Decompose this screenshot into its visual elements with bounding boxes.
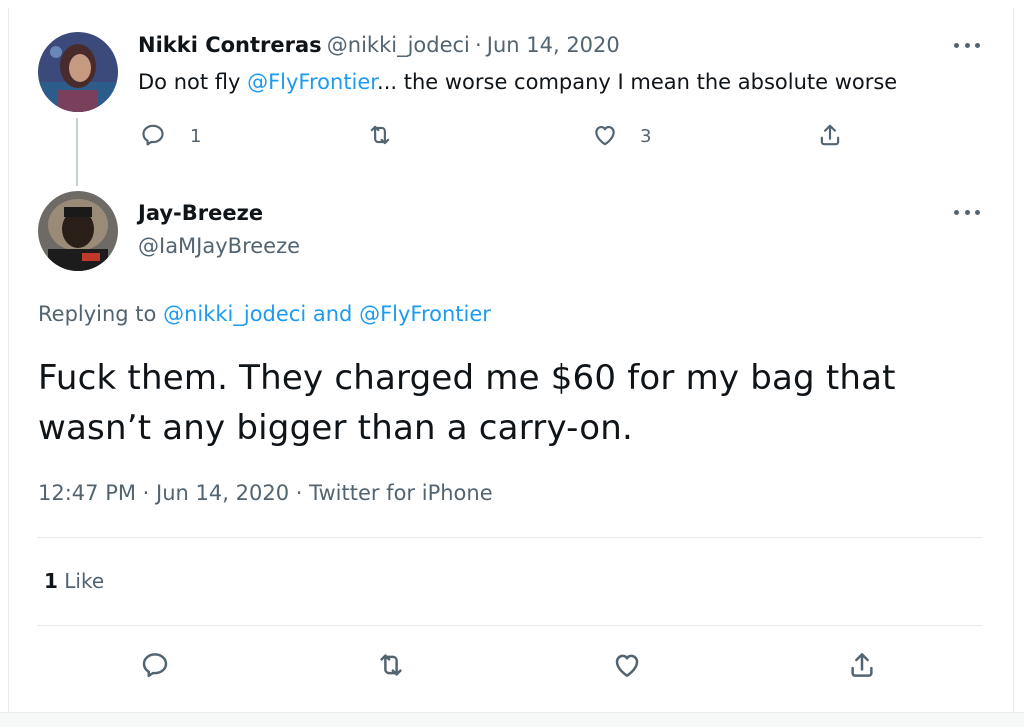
reply-icon[interactable] bbox=[140, 650, 170, 680]
separator: · bbox=[295, 481, 303, 505]
tweet-text: Fuck them. They charged me $60 for my ba… bbox=[38, 353, 896, 453]
avatar-image bbox=[38, 32, 118, 112]
tweet-time[interactable]: 12:47 PM bbox=[38, 481, 136, 505]
reply-icon[interactable] bbox=[140, 122, 166, 148]
display-name[interactable]: Jay-Breeze bbox=[138, 201, 263, 225]
display-name[interactable]: Nikki Contreras bbox=[138, 33, 322, 57]
more-icon[interactable] bbox=[954, 40, 980, 50]
replying-user-link[interactable]: @nikki_jodeci bbox=[163, 302, 306, 326]
share-icon[interactable] bbox=[817, 122, 843, 148]
separator: · bbox=[142, 481, 150, 505]
likes-total: 1 bbox=[44, 569, 58, 593]
likes-summary[interactable]: 1 Like bbox=[44, 569, 104, 593]
handle[interactable]: @nikki_jodeci bbox=[327, 33, 470, 57]
tweet-text-line: wasn’t any bigger than a carry-on. bbox=[38, 408, 634, 448]
handle[interactable]: @IaMJayBreeze bbox=[138, 234, 300, 258]
text-before: Do not fly bbox=[138, 70, 248, 94]
tweet-date[interactable]: Jun 14, 2020 bbox=[487, 33, 620, 57]
text-after: ... the worse company I mean the absolut… bbox=[377, 70, 898, 94]
divider bbox=[37, 625, 982, 626]
share-icon[interactable] bbox=[847, 650, 877, 680]
tweet-source[interactable]: Twitter for iPhone bbox=[309, 481, 493, 505]
parent-tweet-text: Do not fly @FlyFrontier... the worse com… bbox=[138, 70, 897, 94]
thread-connector bbox=[76, 118, 78, 186]
more-icon[interactable] bbox=[954, 207, 980, 217]
avatar-image bbox=[38, 191, 118, 271]
heart-icon[interactable] bbox=[592, 122, 618, 148]
like-count: 3 bbox=[640, 126, 652, 147]
separator: · bbox=[474, 33, 482, 57]
retweet-icon[interactable] bbox=[367, 122, 393, 148]
page-bottom-edge bbox=[0, 712, 1024, 727]
retweet-icon[interactable] bbox=[376, 650, 406, 680]
replying-to: Replying to @nikki_jodeci and @FlyFronti… bbox=[38, 302, 491, 326]
tweet-date[interactable]: Jun 14, 2020 bbox=[156, 481, 289, 505]
parent-tweet-header: Nikki Contreras @nikki_jodeci · Jun 14, … bbox=[138, 33, 620, 57]
reply-count: 1 bbox=[190, 126, 202, 147]
avatar-jay[interactable] bbox=[38, 191, 118, 271]
avatar-nikki[interactable] bbox=[38, 32, 118, 112]
replying-label: Replying to bbox=[38, 302, 164, 326]
replying-and: and bbox=[306, 302, 360, 326]
divider bbox=[37, 537, 982, 538]
replying-user-link[interactable]: @FlyFrontier bbox=[359, 302, 491, 326]
mention-link[interactable]: @FlyFrontier bbox=[247, 70, 377, 94]
tweet-text-line: Fuck them. They charged me $60 for my ba… bbox=[38, 358, 896, 398]
heart-icon[interactable] bbox=[612, 650, 642, 680]
tweet-metadata: 12:47 PM · Jun 14, 2020 · Twitter for iP… bbox=[38, 481, 493, 505]
likes-label: Like bbox=[57, 569, 105, 593]
